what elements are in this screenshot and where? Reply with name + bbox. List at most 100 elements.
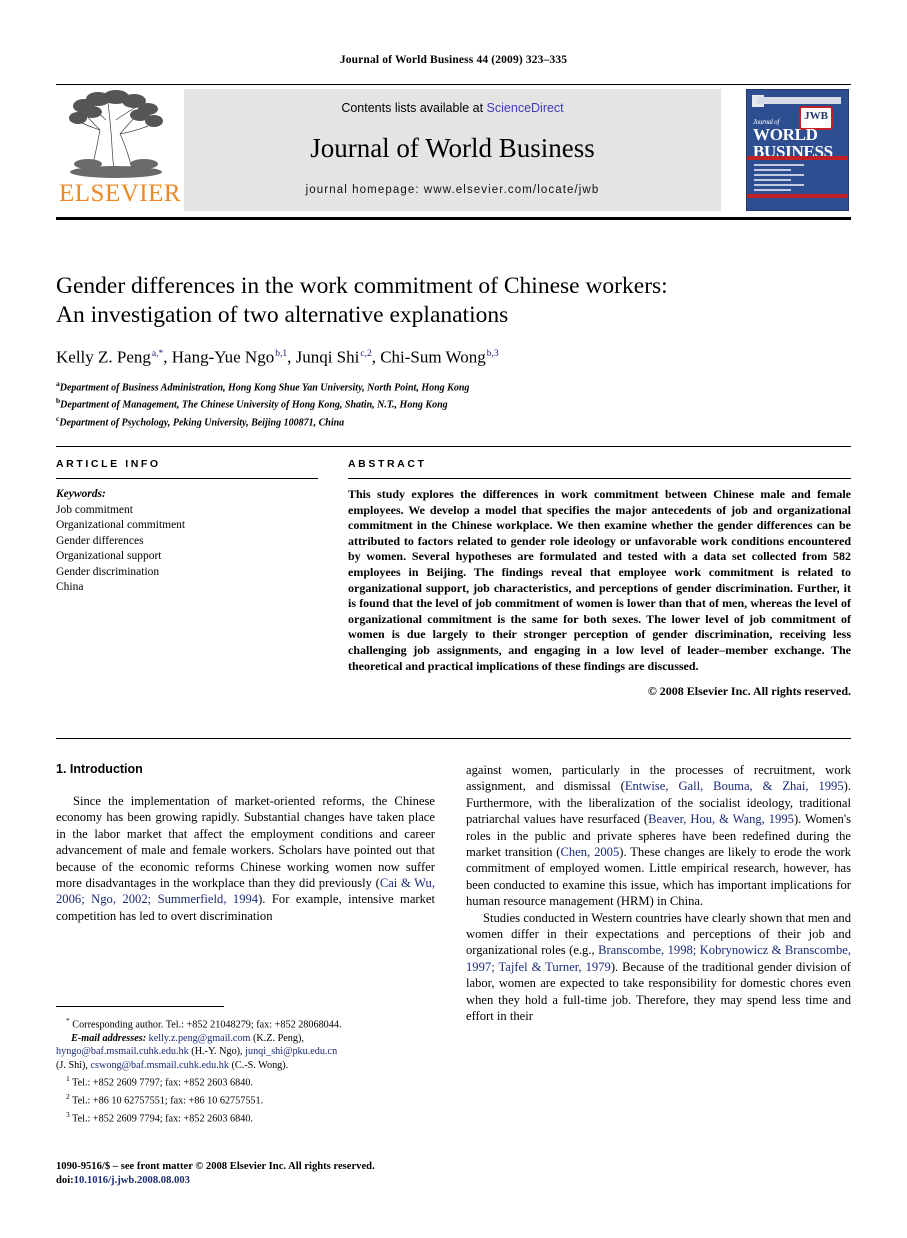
citation-link[interactable]: Chen, 2005 xyxy=(560,845,619,859)
keyword-item: Gender discrimination xyxy=(56,565,160,578)
paragraph: Since the implementation of market-orien… xyxy=(56,793,435,924)
contents-available-line: Contents lists available at ScienceDirec… xyxy=(184,101,721,115)
article-title-line2: An investigation of two alternative expl… xyxy=(56,302,509,328)
cover-text-lines xyxy=(754,164,816,194)
author-name: Kelly Z. Peng xyxy=(56,347,151,367)
abstract-rule xyxy=(348,478,851,479)
imprint-block: 1090-9516/$ – see front matter © 2008 El… xyxy=(56,1160,456,1188)
email-owner: (J. Shi), xyxy=(56,1059,88,1071)
elsevier-tree-icon xyxy=(69,90,163,178)
contents-prefix: Contents lists available at xyxy=(341,101,487,115)
email-addresses-label: E-mail addresses: xyxy=(71,1032,147,1044)
keyword-item: China xyxy=(56,581,84,593)
footnote-email-line: hyngo@baf.msmail.cuhk.edu.hk (H.-Y. Ngo)… xyxy=(56,1045,441,1058)
abstract-section: ABSTRACT This study explores the differe… xyxy=(348,458,851,699)
abstract-text: This study explores the differences in w… xyxy=(348,487,851,673)
keywords-list: Job commitment Organizational commitment… xyxy=(56,503,318,596)
journal-masthead: ELSEVIER Contents lists available at Sci… xyxy=(56,84,851,220)
author-affiliation-marks[interactable]: b,3 xyxy=(486,349,499,359)
divider-above-abstract xyxy=(56,446,851,447)
affiliation-item: cDepartment of Psychology, Peking Univer… xyxy=(56,412,851,430)
article-title: Gender differences in the work commitmen… xyxy=(56,272,851,330)
elsevier-wordmark: ELSEVIER xyxy=(59,180,182,207)
running-head: Journal of World Business 44 (2009) 323–… xyxy=(339,54,568,66)
cover-rule-top xyxy=(747,156,848,160)
footnote-text: Corresponding author. Tel.: +852 2104827… xyxy=(72,1019,342,1031)
issn-line: 1090-9516/$ – see front matter © 2008 El… xyxy=(56,1161,375,1172)
footnote-text: Tel.: +86 10 62757551; fax: +86 10 62757… xyxy=(72,1095,264,1107)
journal-homepage-link[interactable]: journal homepage: www.elsevier.com/locat… xyxy=(184,184,721,196)
article-title-block: Gender differences in the work commitmen… xyxy=(56,272,851,430)
footnote-email-line: E-mail addresses: kelly.z.peng@gmail.com… xyxy=(56,1032,441,1045)
author-separator: , xyxy=(287,347,296,367)
sciencedirect-link[interactable]: ScienceDirect xyxy=(487,101,564,115)
citation-link[interactable]: Beaver, Hou, & Wang, 1995 xyxy=(648,812,794,826)
body-column-right: against women, particularly in the proce… xyxy=(466,762,851,1025)
cover-rule-bottom xyxy=(747,194,848,198)
email-link[interactable]: cswong@baf.msmail.cuhk.edu.hk xyxy=(91,1060,229,1071)
author-name: Junqi Shi xyxy=(295,347,360,367)
footnote-email-line: (J. Shi), cswong@baf.msmail.cuhk.edu.hk … xyxy=(56,1059,441,1072)
email-link[interactable]: kelly.z.peng@gmail.com xyxy=(149,1033,251,1044)
footnote-note-2: 2 Tel.: +86 10 62757551; fax: +86 10 627… xyxy=(56,1090,441,1108)
footnote-block: * Corresponding author. Tel.: +852 21048… xyxy=(56,1014,441,1125)
keyword-item: Organizational support xyxy=(56,550,162,562)
article-title-line1: Gender differences in the work commitmen… xyxy=(56,273,668,299)
footnote-number-mark: 3 xyxy=(66,1109,70,1119)
email-owner: (H.-Y. Ngo), xyxy=(191,1046,243,1058)
keyword-item: Gender differences xyxy=(56,534,144,547)
abstract-copyright: © 2008 Elsevier Inc. All rights reserved… xyxy=(647,684,851,699)
doi-link[interactable]: 10.1016/j.jwb.2008.08.003 xyxy=(74,1175,190,1186)
email-link[interactable]: hyngo@baf.msmail.cuhk.edu.hk xyxy=(56,1046,189,1057)
paper-page: Journal of World Business 44 (2009) 323–… xyxy=(0,0,907,1238)
citation-link[interactable]: Entwise, Gall, Bouma, & Zhai, 1995 xyxy=(625,779,844,793)
keyword-item: Organizational commitment xyxy=(56,519,186,531)
affiliation-list: aDepartment of Business Administration, … xyxy=(56,377,851,430)
email-link[interactable]: junqi_shi@pku.edu.cn xyxy=(245,1046,337,1057)
footnote-note-1: 1 Tel.: +852 2609 7797; fax: +852 2603 6… xyxy=(56,1072,441,1090)
footnote-divider xyxy=(56,1006,224,1007)
footnote-text: Tel.: +852 2609 7797; fax: +852 2603 684… xyxy=(72,1077,253,1089)
author-name: Chi-Sum Wong xyxy=(380,347,486,367)
footnote-corresponding-author: * Corresponding author. Tel.: +852 21048… xyxy=(56,1014,441,1032)
article-info-heading: ARTICLE INFO xyxy=(56,458,161,470)
paragraph: Studies conducted in Western countries h… xyxy=(466,910,851,1025)
affiliation-item: aDepartment of Business Administration, … xyxy=(56,377,851,395)
cover-title: Journal of WORLD BUSINESS xyxy=(753,118,845,160)
keywords-label: Keywords: xyxy=(56,488,106,500)
keyword-item: Job commitment xyxy=(56,503,133,516)
author-separator: , xyxy=(163,347,172,367)
footnote-text: Tel.: +852 2609 7794; fax: +852 2603 684… xyxy=(72,1113,253,1124)
doi-line: doi:10.1016/j.jwb.2008.08.003 xyxy=(56,1174,456,1188)
paragraph-text: Since the implementation of market-orien… xyxy=(56,794,435,891)
elsevier-logo: ELSEVIER xyxy=(58,88,182,212)
author-separator: , xyxy=(371,347,381,367)
abstract-heading: ABSTRACT xyxy=(348,458,427,470)
masthead-center-panel: Contents lists available at ScienceDirec… xyxy=(184,89,721,211)
footnote-asterisk-mark: * xyxy=(66,1016,70,1025)
journal-cover-thumbnail[interactable]: JWB Journal of WORLD BUSINESS xyxy=(746,89,849,211)
footnote-note-3: 3 Tel.: +852 2609 7794; fax: +852 2603 6… xyxy=(56,1108,441,1126)
affiliation-text: Department of Business Administration, H… xyxy=(59,381,470,393)
author-list: Kelly Z. Penga,*, Hang-Yue Ngob,1, Junqi… xyxy=(56,344,851,368)
doi-label: doi: xyxy=(56,1175,74,1186)
journal-title: Journal of World Business xyxy=(310,133,595,163)
email-owner: (C.-S. Wong). xyxy=(231,1059,289,1071)
author-name: Hang-Yue Ngo xyxy=(171,347,275,367)
affiliation-text: Department of Psychology, Peking Univers… xyxy=(59,417,345,429)
section-heading-introduction: 1. Introduction xyxy=(56,762,143,776)
article-info-section: ARTICLE INFO Keywords: Job commitment Or… xyxy=(56,458,318,596)
cover-top-bar xyxy=(757,97,841,104)
author-affiliation-marks[interactable]: a,* xyxy=(151,349,163,359)
affiliation-item: bDepartment of Management, The Chinese U… xyxy=(56,394,851,412)
divider-below-abstract xyxy=(56,738,851,739)
body-column-left: 1. Introduction Since the implementation… xyxy=(56,762,435,924)
author-affiliation-marks[interactable]: b,1 xyxy=(274,349,287,359)
footnote-number-mark: 2 xyxy=(66,1091,70,1101)
author-affiliation-marks[interactable]: c,2 xyxy=(359,349,371,359)
affiliation-text: Department of Management, The Chinese Un… xyxy=(60,399,448,411)
article-info-rule xyxy=(56,478,318,479)
email-owner: (K.Z. Peng), xyxy=(252,1032,304,1044)
paragraph: against women, particularly in the proce… xyxy=(466,762,851,910)
footnote-number-mark: 1 xyxy=(66,1074,70,1084)
